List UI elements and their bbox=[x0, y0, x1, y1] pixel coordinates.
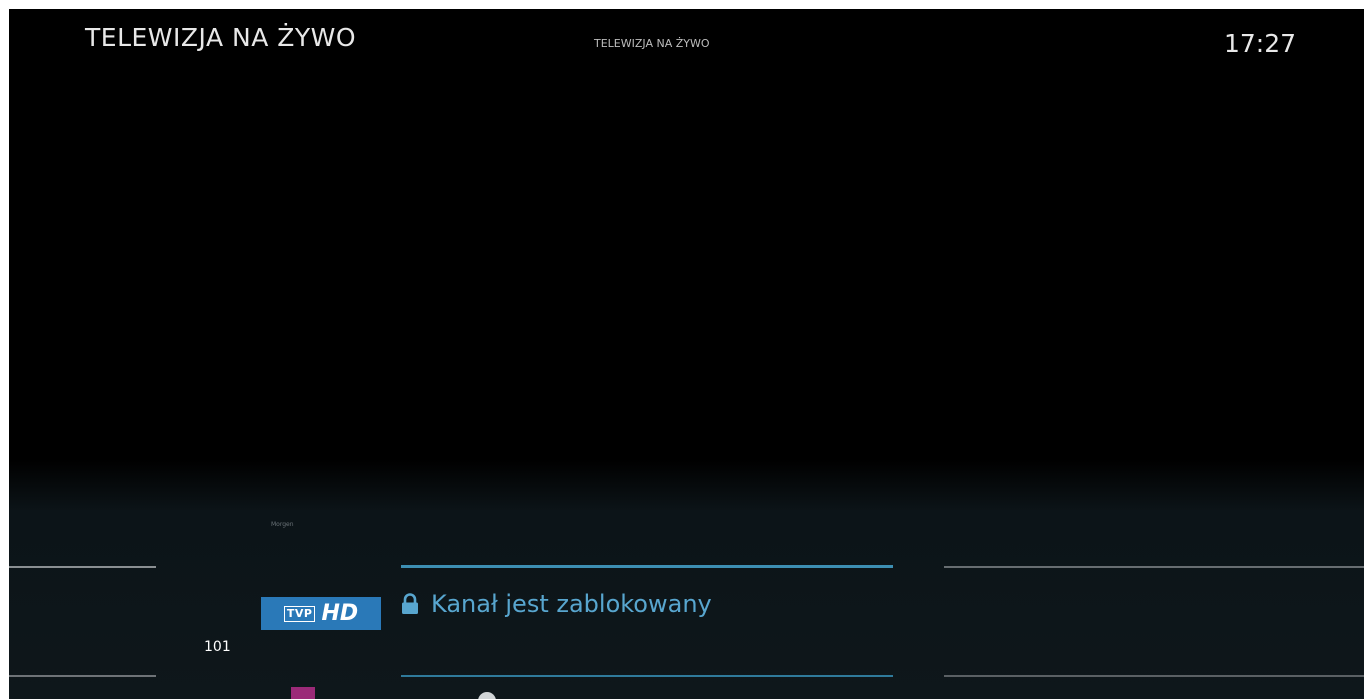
row-divider bbox=[944, 675, 1364, 677]
program-item[interactable]: Kanał jest zablokowany bbox=[401, 590, 712, 618]
channel-number: 101 bbox=[204, 639, 231, 655]
program-focus-line bbox=[401, 565, 893, 568]
row-divider bbox=[401, 675, 893, 677]
row-divider bbox=[9, 566, 156, 568]
row-divider bbox=[9, 675, 156, 677]
next-channel-logo[interactable] bbox=[291, 687, 315, 699]
time-label: Morgen bbox=[271, 521, 294, 528]
live-tv-screen: TELEWIZJA NA ŻYWO TELEWIZJA NA ŻYWO 17:2… bbox=[9, 9, 1364, 699]
channel-logo[interactable]: TVP HD bbox=[261, 597, 381, 630]
lock-icon bbox=[402, 593, 418, 614]
guide-background bbox=[9, 459, 1364, 699]
page-subtitle: TELEWIZJA NA ŻYWO bbox=[594, 37, 710, 50]
page-title: TELEWIZJA NA ŻYWO bbox=[85, 23, 357, 52]
clock: 17:27 bbox=[1223, 29, 1296, 58]
program-title: Kanał jest zablokowany bbox=[431, 590, 712, 618]
channel-logo-hd: HD bbox=[321, 600, 359, 626]
row-divider bbox=[944, 566, 1364, 568]
channel-logo-tvp: TVP bbox=[283, 605, 316, 622]
